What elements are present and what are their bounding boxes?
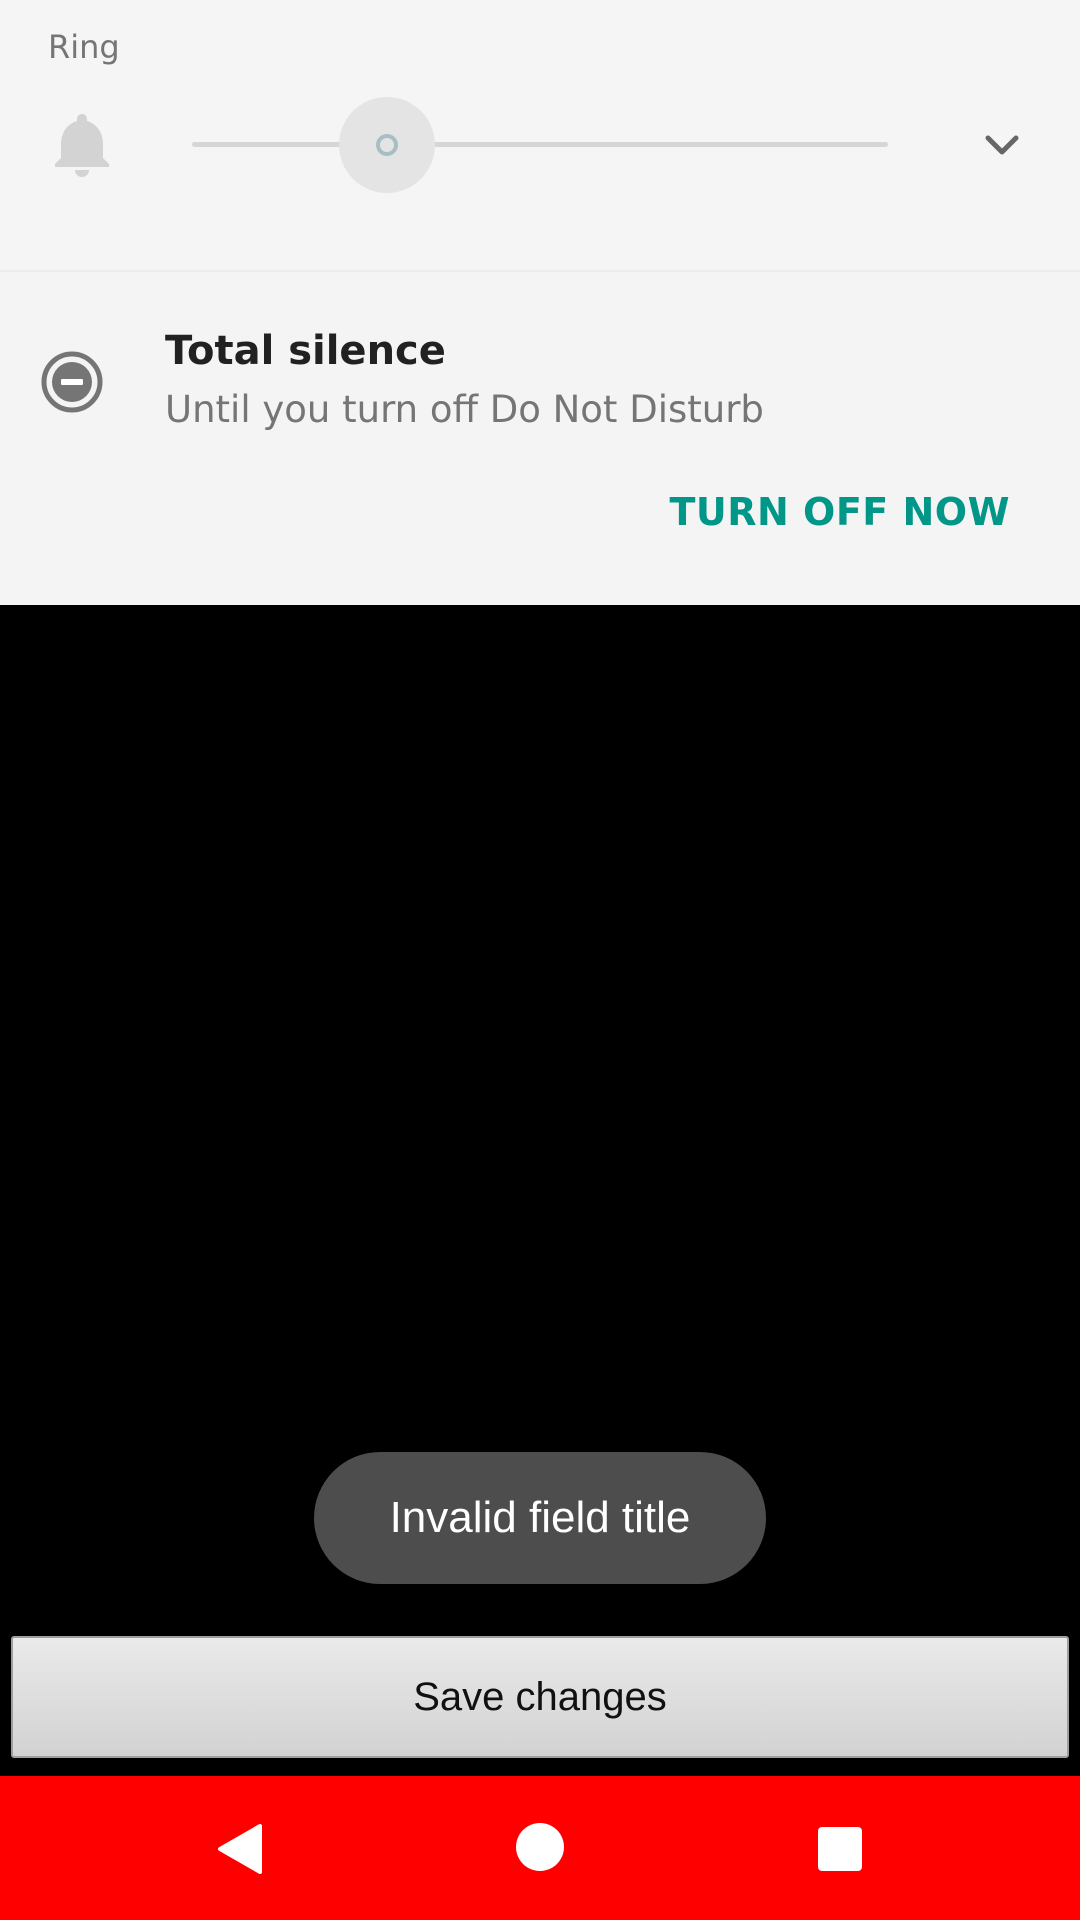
toast-message: Invalid field title [314, 1452, 766, 1584]
bell-icon[interactable] [50, 110, 114, 178]
recents-icon[interactable] [818, 1827, 862, 1871]
volume-slider-track[interactable] [192, 142, 888, 147]
volume-stream-label: Ring [48, 28, 120, 66]
turn-off-now-button[interactable]: TURN OFF NOW [669, 490, 1010, 534]
do-not-disturb-icon [41, 351, 103, 413]
dnd-subtitle: Until you turn off Do Not Disturb [165, 388, 764, 431]
dnd-title: Total silence [165, 328, 446, 374]
home-icon[interactable] [516, 1823, 564, 1871]
back-icon[interactable] [216, 1822, 264, 1876]
volume-panel: Ring [0, 0, 1080, 270]
chevron-down-icon[interactable] [982, 130, 1022, 160]
save-changes-button[interactable]: Save changes [11, 1636, 1069, 1758]
do-not-disturb-panel: Total silence Until you turn off Do Not … [0, 270, 1080, 605]
volume-slider-thumb[interactable] [375, 134, 398, 156]
navigation-bar [0, 1776, 1080, 1920]
